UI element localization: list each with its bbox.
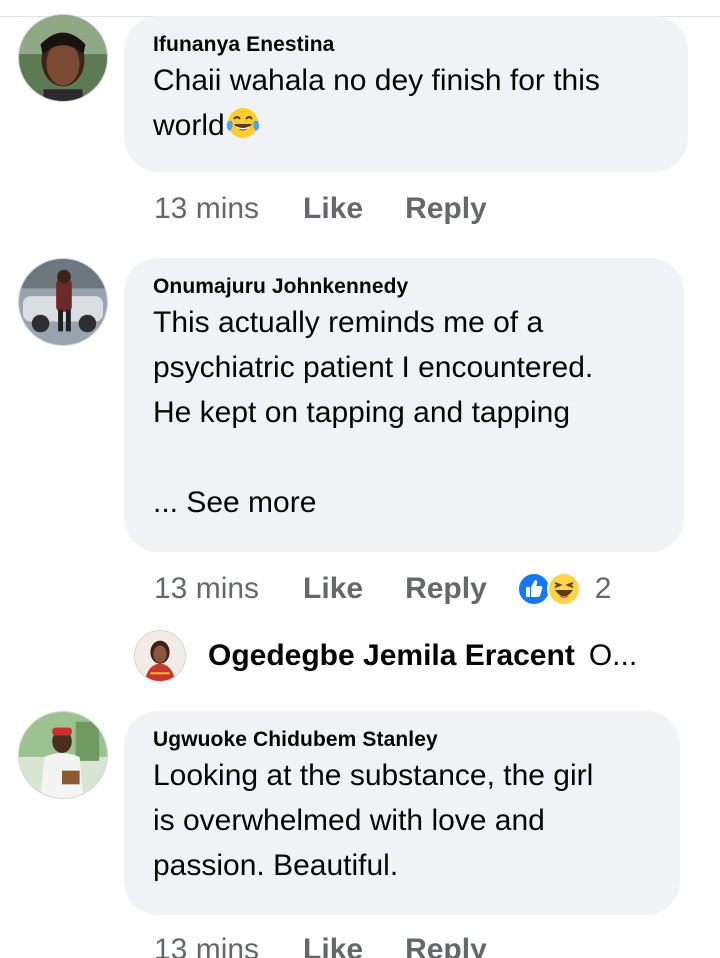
see-more-link[interactable]: ... See more: [153, 480, 654, 525]
reply-preview[interactable]: Ogedegbe Jemila Eracent O...: [134, 628, 637, 684]
comment-actions: 13 mins Like Reply 2: [154, 567, 611, 611]
reply-button[interactable]: Reply: [405, 572, 487, 606]
comment-timestamp[interactable]: 13 mins: [154, 192, 259, 226]
comment-actions: 13 mins Like Reply: [154, 928, 517, 958]
comment-text-line-with-emoji: world: [153, 103, 658, 148]
tears-of-joy-emoji-icon: [226, 108, 259, 138]
comment-text: This actually reminds me of a psychiatri…: [153, 300, 654, 525]
reply-author[interactable]: Ogedegbe Jemila Eracent: [208, 639, 575, 673]
comment-author[interactable]: Ifunanya Enestina: [153, 32, 658, 58]
avatar[interactable]: [18, 258, 108, 346]
comment-text: Looking at the substance, the girl is ov…: [153, 753, 650, 888]
comment-text-line: passion. Beautiful.: [153, 849, 399, 882]
comment-blank-line: [153, 435, 654, 480]
comment-text: Chaii wahala no dey finish for this worl…: [153, 58, 658, 148]
avatar[interactable]: [134, 630, 186, 682]
comment-actions: 13 mins Like Reply: [154, 187, 517, 231]
comment-text-line: world: [153, 109, 225, 142]
avatar[interactable]: [18, 711, 108, 799]
like-reaction-icon: [516, 572, 551, 606]
reaction-summary[interactable]: 2: [516, 572, 612, 606]
comment-bubble: Ifunanya Enestina Chaii wahala no dey fi…: [124, 16, 688, 172]
comment-text-line: is overwhelmed with love and: [153, 804, 545, 837]
haha-reaction-icon: [546, 572, 581, 606]
comment-text-line: Chaii wahala no dey finish for this: [153, 64, 600, 97]
like-button[interactable]: Like: [303, 933, 363, 958]
like-button[interactable]: Like: [303, 192, 363, 226]
comment-text-line: He kept on tapping and tapping: [153, 396, 570, 429]
avatar[interactable]: [18, 14, 108, 102]
reply-button[interactable]: Reply: [405, 192, 487, 226]
comments-page: Ifunanya Enestina Chaii wahala no dey fi…: [0, 0, 720, 958]
reply-button[interactable]: Reply: [405, 933, 487, 958]
comment-timestamp[interactable]: 13 mins: [154, 572, 259, 606]
comment-timestamp[interactable]: 13 mins: [154, 933, 259, 958]
comment-author[interactable]: Onumajuru Johnkennedy: [153, 274, 654, 300]
comment-text-line: This actually reminds me of a: [153, 306, 544, 339]
comment-text-line: Looking at the substance, the girl: [153, 759, 594, 792]
like-button[interactable]: Like: [303, 572, 363, 606]
comment-bubble: Onumajuru Johnkennedy This actually remi…: [124, 258, 684, 552]
reply-snippet: O...: [588, 639, 638, 672]
comment-text-line: psychiatric patient I encountered.: [153, 351, 594, 384]
comment-bubble: Ugwuoke Chidubem Stanley Looking at the …: [124, 711, 680, 915]
comment-author[interactable]: Ugwuoke Chidubem Stanley: [153, 727, 650, 753]
reaction-count: 2: [594, 572, 612, 605]
